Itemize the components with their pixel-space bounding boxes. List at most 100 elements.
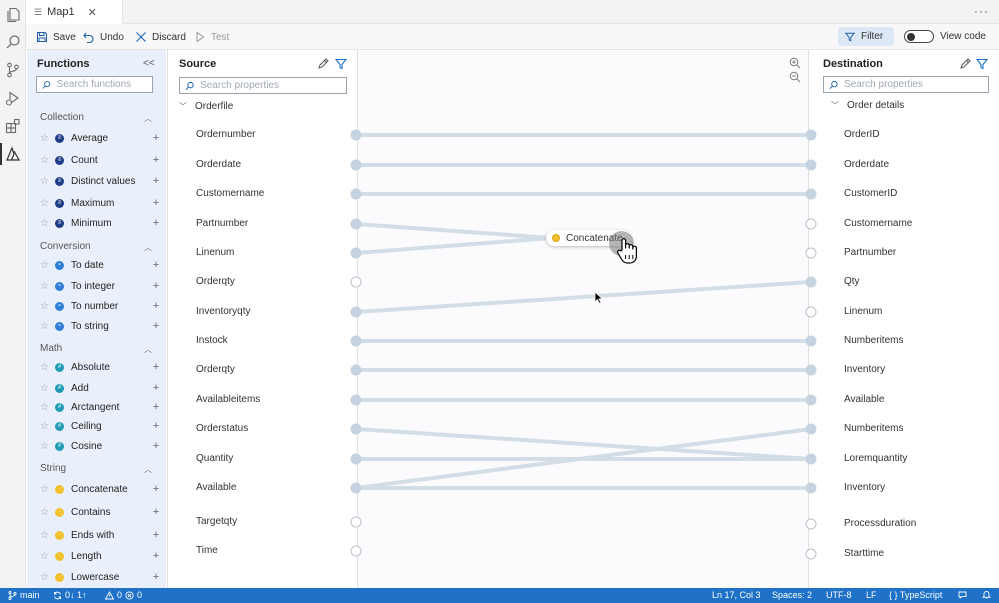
more-actions-icon[interactable]: ··· <box>974 4 989 18</box>
notifications-icon[interactable] <box>982 590 991 599</box>
run-debug-icon[interactable] <box>5 90 21 106</box>
star-icon[interactable]: ☆ <box>40 441 52 452</box>
chevron-down-icon[interactable]: ﹀ <box>179 101 187 112</box>
filter-icon[interactable] <box>976 58 988 70</box>
chevron-up-icon[interactable]: ︿ <box>144 113 152 124</box>
star-icon[interactable]: ☆ <box>40 260 52 271</box>
source-field-quantity[interactable]: Quantity <box>196 453 233 464</box>
add-icon[interactable]: + <box>152 550 160 562</box>
undo-button[interactable]: Undo <box>83 29 124 45</box>
star-icon[interactable]: ☆ <box>40 321 52 332</box>
add-icon[interactable]: + <box>152 280 160 292</box>
destination-field-customerid[interactable]: CustomerID <box>844 188 897 199</box>
destination-field-starttime[interactable]: Starttime <box>844 548 884 559</box>
function-item-to-integer[interactable]: ☆ ∘ To integer + <box>40 279 160 293</box>
source-field-ordernumber[interactable]: Ordernumber <box>196 129 255 140</box>
star-icon[interactable]: ☆ <box>40 421 52 432</box>
add-icon[interactable]: + <box>152 440 160 452</box>
add-icon[interactable]: + <box>152 154 160 166</box>
view-code-toggle[interactable] <box>904 30 934 43</box>
search-icon[interactable] <box>5 34 21 50</box>
function-item-cosine[interactable]: ☆ # Cosine + <box>40 439 160 453</box>
destination-field-numberitems[interactable]: Numberitems <box>844 423 903 434</box>
add-icon[interactable]: + <box>152 259 160 271</box>
chevron-up-icon[interactable]: ︿ <box>144 242 152 253</box>
star-icon[interactable]: ☆ <box>40 572 52 583</box>
add-icon[interactable]: + <box>152 420 160 432</box>
star-icon[interactable]: ☆ <box>40 301 52 312</box>
category-conversion[interactable]: Conversion <box>40 241 91 252</box>
language-mode[interactable]: { } TypeScript <box>889 590 942 600</box>
destination-field-processduration[interactable]: Processduration <box>844 518 916 529</box>
source-search-input[interactable] <box>200 80 346 91</box>
azure-icon[interactable] <box>0 143 21 165</box>
add-icon[interactable]: + <box>152 401 160 413</box>
source-field-inventoryqty[interactable]: Inventoryqty <box>196 306 250 317</box>
destination-field-available[interactable]: Available <box>844 394 884 405</box>
star-icon[interactable]: ☆ <box>40 383 52 394</box>
destination-search[interactable] <box>823 76 989 93</box>
indentation[interactable]: Spaces: 2 <box>772 590 812 600</box>
destination-search-input[interactable] <box>844 79 988 90</box>
chevron-up-icon[interactable]: ︿ <box>144 464 152 475</box>
functions-search-input[interactable] <box>56 79 152 90</box>
edit-icon[interactable] <box>959 58 971 70</box>
add-icon[interactable]: + <box>152 300 160 312</box>
function-item-add[interactable]: ☆ # Add + <box>40 381 160 395</box>
destination-field-inventory[interactable]: Inventory <box>844 482 885 493</box>
function-item-concatenate[interactable]: ☆ · Concatenate + <box>40 482 160 496</box>
source-field-orderstatus[interactable]: Orderstatus <box>196 423 248 434</box>
star-icon[interactable]: ☆ <box>40 176 52 187</box>
functions-search[interactable] <box>36 76 153 93</box>
destination-field-orderdate[interactable]: Orderdate <box>844 159 889 170</box>
star-icon[interactable]: ☆ <box>40 402 52 413</box>
filter-icon[interactable] <box>335 58 347 70</box>
category-string[interactable]: String <box>40 463 66 474</box>
zoom-out-icon[interactable] <box>789 71 803 85</box>
source-field-availableitems[interactable]: Availableitems <box>196 394 260 405</box>
star-icon[interactable]: ☆ <box>40 155 52 166</box>
function-item-count[interactable]: ☆ ≡ Count + <box>40 153 160 167</box>
source-field-orderqty[interactable]: Orderqty <box>196 276 235 287</box>
source-field-customername[interactable]: Customername <box>196 188 264 199</box>
star-icon[interactable]: ☆ <box>40 530 52 541</box>
source-root[interactable]: ﹀ Orderfile <box>179 101 233 112</box>
star-icon[interactable]: ☆ <box>40 507 52 518</box>
extensions-icon[interactable] <box>5 118 21 134</box>
chevron-down-icon[interactable]: ﹀ <box>831 100 839 111</box>
add-icon[interactable]: + <box>152 483 160 495</box>
add-icon[interactable]: + <box>152 571 160 583</box>
add-icon[interactable]: + <box>152 506 160 518</box>
add-icon[interactable]: + <box>152 217 160 229</box>
destination-root[interactable]: ﹀ Order details <box>831 100 904 111</box>
function-item-minimum[interactable]: ☆ ≡ Minimum + <box>40 216 160 230</box>
mapping-canvas[interactable] <box>357 50 809 588</box>
branch-indicator[interactable]: main <box>8 590 40 600</box>
add-icon[interactable]: + <box>152 132 160 144</box>
function-item-to-date[interactable]: ☆ ∘ To date + <box>40 258 160 272</box>
source-field-available[interactable]: Available <box>196 482 236 493</box>
function-item-ends-with[interactable]: ☆ · Ends with + <box>40 528 160 542</box>
star-icon[interactable]: ☆ <box>40 198 52 209</box>
discard-button[interactable]: Discard <box>135 29 186 45</box>
star-icon[interactable]: ☆ <box>40 484 52 495</box>
destination-field-partnumber[interactable]: Partnumber <box>844 247 896 258</box>
chevron-up-icon[interactable]: ︿ <box>144 344 152 355</box>
sync-indicator[interactable]: 0↓ 1↑ <box>53 590 87 600</box>
save-button[interactable]: Save <box>36 29 76 45</box>
source-search[interactable] <box>179 77 347 94</box>
function-item-distinct-values[interactable]: ☆ ≡ Distinct values + <box>40 174 160 188</box>
destination-field-linenum[interactable]: Linenum <box>844 306 882 317</box>
function-item-lowercase[interactable]: ☆ · Lowercase + <box>40 570 160 584</box>
star-icon[interactable]: ☆ <box>40 551 52 562</box>
function-item-average[interactable]: ☆ ≡ Average + <box>40 131 160 145</box>
collapse-panel-icon[interactable]: << <box>143 58 155 69</box>
tab-map1[interactable]: ☰ Map1 ✕ <box>26 0 123 24</box>
destination-field-qty[interactable]: Qty <box>844 276 860 287</box>
source-field-instock[interactable]: Instock <box>196 335 228 346</box>
function-item-length[interactable]: ☆ · Length + <box>40 549 160 563</box>
destination-field-loremquantity[interactable]: Loremquantity <box>844 453 907 464</box>
destination-field-orderid[interactable]: OrderID <box>844 129 880 140</box>
category-collection[interactable]: Collection <box>40 112 84 123</box>
edit-icon[interactable] <box>317 58 329 70</box>
